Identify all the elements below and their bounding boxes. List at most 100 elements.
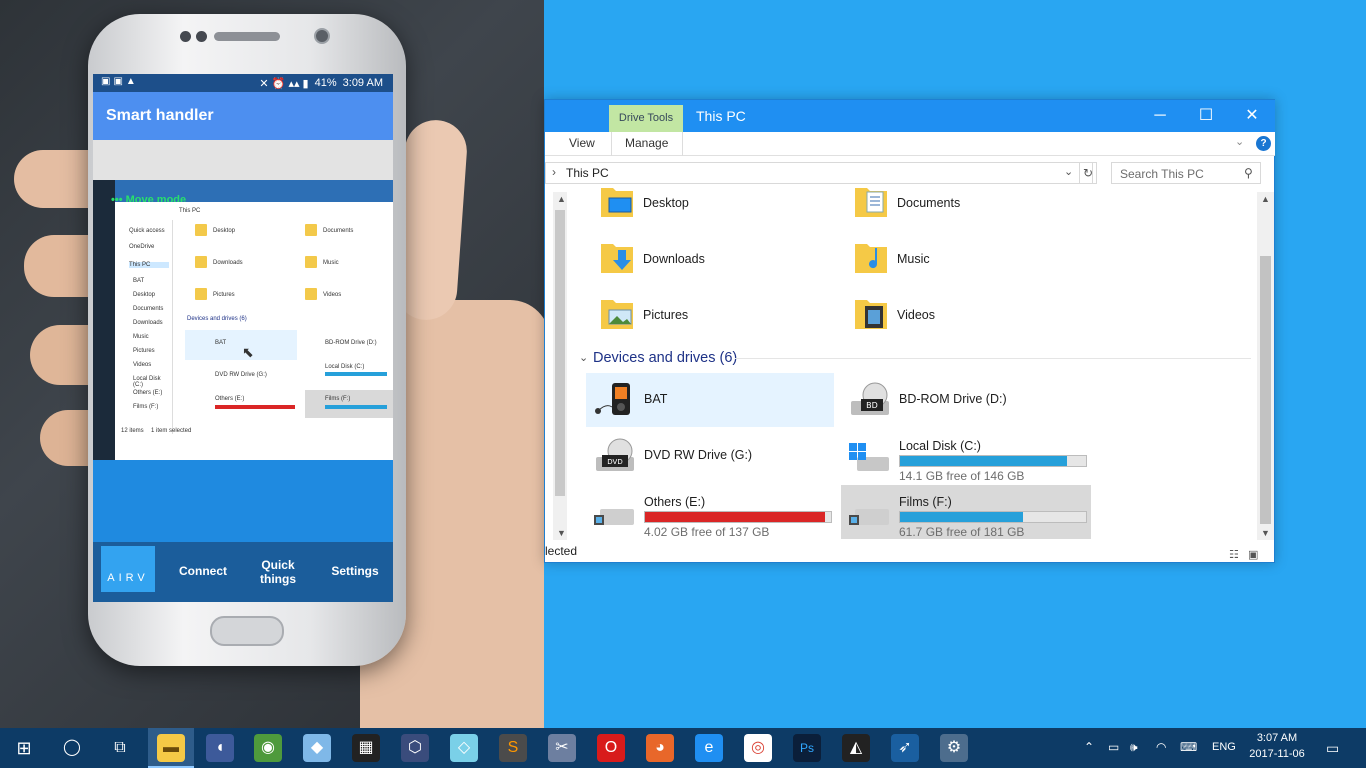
mirror-selected-drive (185, 330, 297, 360)
folder-desktop[interactable]: Desktop (587, 178, 835, 230)
scroll-down-icon[interactable]: ▼ (1261, 528, 1270, 538)
folder-pictures[interactable]: Pictures (587, 290, 835, 342)
mirror-drive: BD-ROM Drive (D:) (325, 340, 377, 346)
drive-bat[interactable]: BAT (586, 373, 834, 427)
chevron-down-icon[interactable]: ⌄ (1064, 165, 1073, 178)
drive-tools-context-tab[interactable]: Drive Tools (609, 105, 683, 132)
drive-dvd-rw[interactable]: DVD DVD RW Drive (G:) (586, 429, 834, 481)
maximize-button[interactable]: ☐ (1183, 100, 1229, 132)
mirror-window[interactable]: This PC Quick access OneDrive This PC BA… (115, 202, 393, 460)
android-studio-icon[interactable]: ◉ (254, 734, 282, 762)
notification-center-icon[interactable]: ▭ (1326, 740, 1339, 757)
ribbon-expand-icon[interactable]: ⌄ (1235, 135, 1244, 148)
bd-rom-icon: BD (851, 382, 889, 415)
volume-icon[interactable]: 🕪 (1130, 740, 1138, 755)
mirror-drive: Films (F:) (325, 396, 351, 402)
folder-label: Videos (897, 308, 935, 322)
mirror-nav-item: Documents (133, 306, 164, 312)
quick-things-button[interactable]: Quick things (251, 558, 305, 586)
mirror-nav-item: This PC (129, 262, 169, 268)
content-scroll-thumb[interactable] (1260, 256, 1271, 524)
scroll-up-icon[interactable]: ▲ (1261, 194, 1270, 204)
input-language[interactable]: ENG (1212, 741, 1236, 753)
folder-music[interactable]: Music (841, 234, 1089, 286)
keyboard-icon[interactable]: ⌨ (1180, 740, 1197, 754)
mirror-folder-icon (195, 256, 207, 268)
minimize-button[interactable]: ─ (1137, 100, 1183, 132)
folder-downloads[interactable]: Downloads (587, 234, 835, 286)
mirror-drive: DVD RW Drive (G:) (215, 372, 267, 378)
cortana-search-icon[interactable]: ◯ (58, 734, 86, 762)
drive-usage-bar (899, 511, 1087, 523)
scroll-up-icon[interactable]: ▲ (557, 194, 566, 204)
start-windows-icon[interactable]: ⊞ (10, 734, 38, 762)
details-view-icon[interactable]: ☷ (1229, 549, 1239, 561)
airv-logo[interactable]: AIRV (101, 546, 155, 592)
drive-bd-rom[interactable]: BD BD-ROM Drive (D:) (841, 373, 1089, 425)
wifi-icon[interactable]: ◠ (1156, 740, 1166, 754)
search-icon: ⚲ (1244, 166, 1253, 180)
app-title: Smart handler (93, 92, 393, 140)
ribbon-tabs: View Manage ⌄ ? (545, 132, 1275, 156)
group-divider (735, 358, 1251, 359)
large-icons-view-icon[interactable]: ▣ (1248, 549, 1258, 561)
paint-tool-icon[interactable]: ✂ (548, 734, 576, 762)
drive-local-c[interactable]: Local Disk (C:) 14.1 GB free of 146 GB (841, 429, 1089, 483)
phone-photo: ▣▣▲ ✕ ⏰ ▴▴ ▮ 41% 3:09 AM Smart handler •… (0, 0, 544, 728)
devices-group-header[interactable]: Devices and drives (6) (593, 350, 737, 366)
signal-icon: ✕ ⏰ ▴▴ ▮ (259, 77, 309, 90)
opera-browser-icon[interactable]: O (597, 734, 625, 762)
search-input[interactable]: Search This PC ⚲ (1111, 162, 1261, 184)
search-placeholder: Search This PC (1120, 167, 1204, 181)
music-folder-icon (855, 244, 887, 273)
box-app-icon[interactable]: ◆ (303, 734, 331, 762)
taskbar: ⊞ ◯ ⧉ ▬ ◖ ◉ ◆ ▦ ⬡ ◇ S ✂ O ◕ e ◎ Ps ◭ ➶ ⚙… (0, 728, 1366, 768)
clock-date[interactable]: 2017-11-06 (1248, 748, 1306, 760)
network-tool-icon[interactable]: ⬡ (401, 734, 429, 762)
battery-level: 41% (314, 77, 337, 89)
edge-browser-icon[interactable]: e (695, 734, 723, 762)
task-view-icon[interactable]: ⧉ (106, 734, 134, 762)
sublime-text-icon[interactable]: S (499, 734, 527, 762)
mirror-nav-pane: Quick access OneDrive This PC BAT Deskto… (115, 220, 173, 434)
bird-app-icon[interactable]: ➶ (891, 734, 919, 762)
phone-screen: ▣▣▲ ✕ ⏰ ▴▴ ▮ 41% 3:09 AM Smart handler •… (93, 74, 393, 602)
tab-manage[interactable]: Manage (625, 136, 668, 150)
battery-icon[interactable]: ▭ (1108, 740, 1119, 754)
help-icon[interactable]: ? (1256, 136, 1271, 151)
close-button[interactable]: ✕ (1229, 100, 1275, 132)
mirror-folder-icon (195, 288, 207, 300)
photoshop-icon[interactable]: Ps (793, 734, 821, 762)
window-title: This PC (696, 108, 746, 124)
screen-mirror[interactable]: ••• Move mode This PC Quick access OneDr… (93, 180, 393, 460)
nav-pane-scroll-thumb[interactable] (555, 210, 565, 496)
chevron-down-icon[interactable]: ⌄ (579, 351, 588, 364)
airv-logo-label: AIRV (107, 572, 149, 584)
drive-films-f[interactable]: Films (F:) 61.7 GB free of 181 GB (841, 485, 1091, 539)
drive-others-e[interactable]: Others (E:) 4.02 GB free of 137 GB (586, 485, 834, 539)
chevron-up-icon[interactable]: ⌃ (1084, 740, 1094, 754)
unity-icon[interactable]: ◭ (842, 734, 870, 762)
mirror-nav-item: Others (E:) (133, 390, 163, 396)
tab-view[interactable]: View (569, 136, 595, 150)
file-explorer-icon[interactable]: ▬ (157, 734, 185, 762)
drive-label: Films (F:) (899, 495, 952, 509)
folder-documents[interactable]: Documents (841, 178, 1089, 230)
glass-app-icon[interactable]: ◇ (450, 734, 478, 762)
setup-app-icon[interactable]: ⚙ (940, 734, 968, 762)
connect-button[interactable]: Connect (173, 564, 233, 578)
clock-time[interactable]: 3:07 AM (1248, 732, 1306, 744)
view-toggle[interactable]: ☷ ▣ (1229, 548, 1258, 561)
drive-free-space: 4.02 GB free of 137 GB (644, 525, 770, 539)
status-text: lected (545, 544, 578, 558)
dolphin-app-icon[interactable]: ◖ (206, 734, 234, 762)
folder-videos[interactable]: Videos (841, 290, 1089, 342)
settings-button[interactable]: Settings (325, 564, 385, 578)
retro-app-icon[interactable]: ▦ (352, 734, 380, 762)
firefox-browser-icon[interactable]: ◕ (646, 734, 674, 762)
scroll-down-icon[interactable]: ▼ (557, 528, 566, 538)
downloads-folder-icon (601, 244, 633, 273)
chrome-browser-icon[interactable]: ◎ (744, 734, 772, 762)
window-titlebar[interactable]: Drive Tools This PC ─ ☐ ✕ (545, 100, 1275, 132)
file-explorer-window: Drive Tools This PC ─ ☐ ✕ View Manage ⌄ … (544, 99, 1275, 563)
